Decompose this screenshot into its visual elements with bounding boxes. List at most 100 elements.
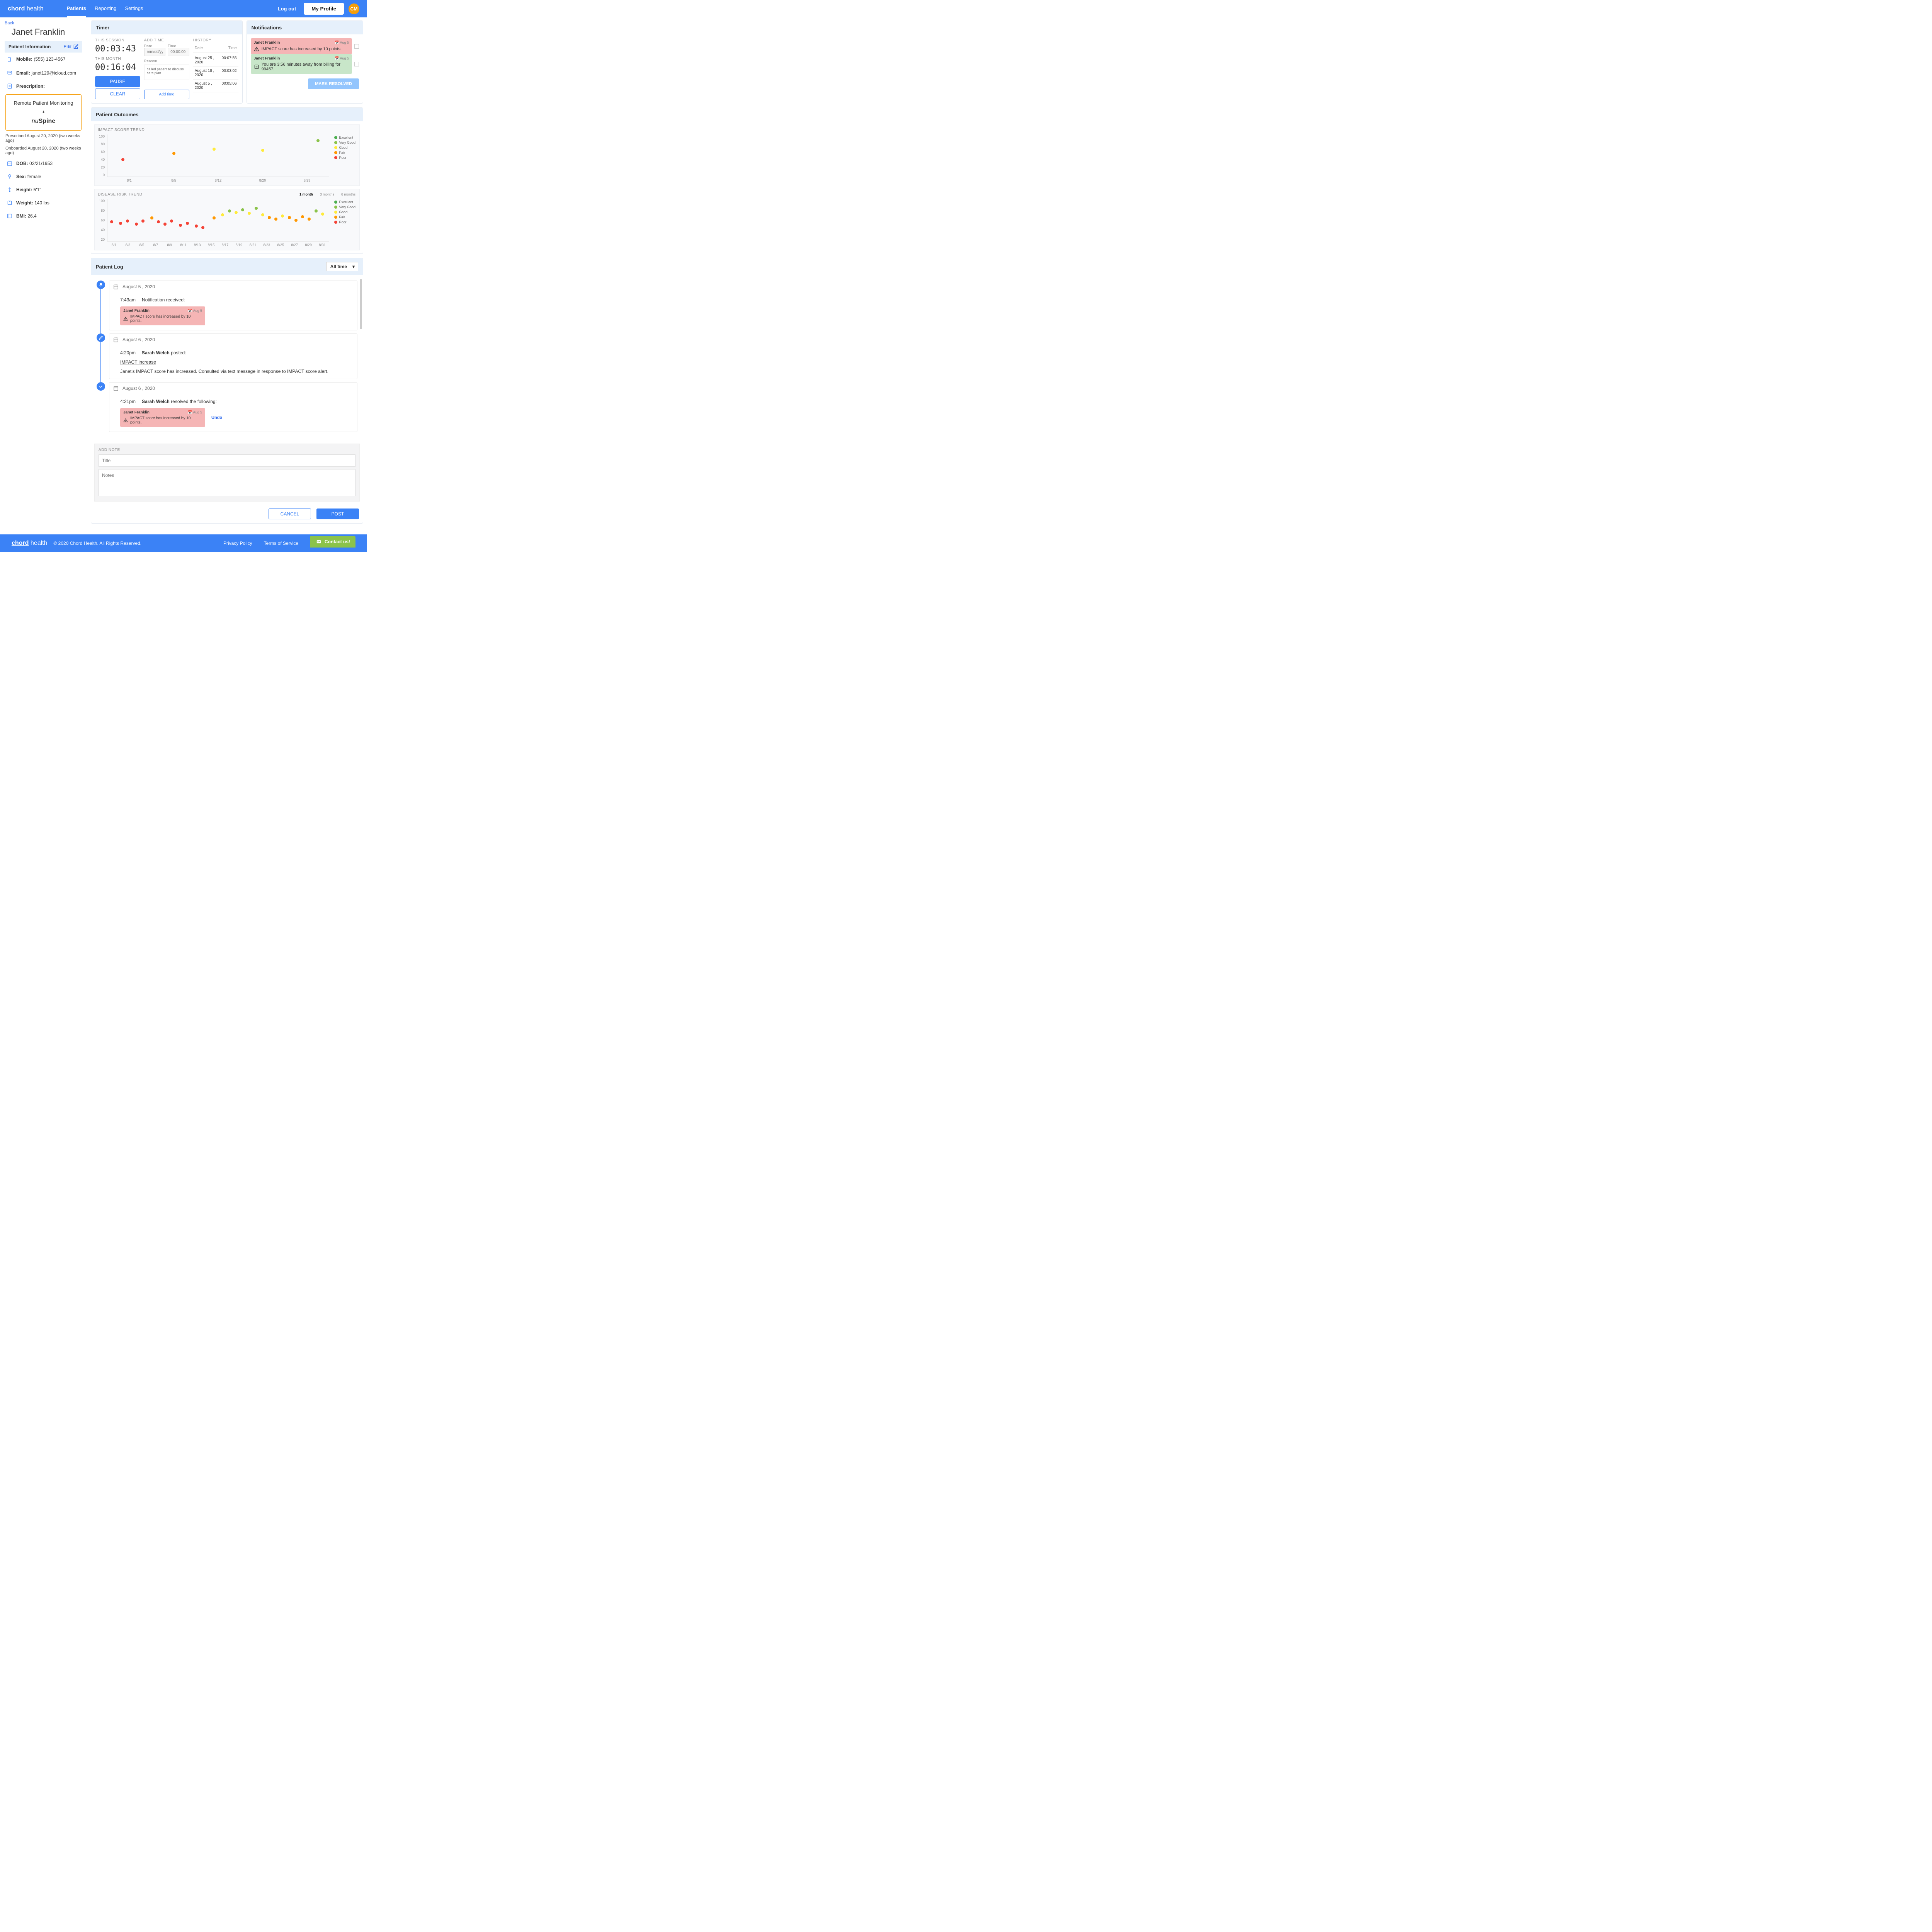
add-time-time[interactable] bbox=[168, 48, 189, 56]
data-point bbox=[201, 226, 204, 229]
post-note-button[interactable]: POST bbox=[316, 509, 359, 519]
nav-links: Patients Reporting Settings bbox=[67, 5, 143, 12]
edit-button[interactable]: Edit bbox=[63, 44, 78, 49]
data-point bbox=[268, 216, 271, 219]
data-point bbox=[121, 158, 124, 161]
nav-patients[interactable]: Patients bbox=[67, 5, 87, 17]
sex-icon bbox=[7, 174, 12, 179]
email-icon bbox=[7, 70, 12, 75]
nav-settings[interactable]: Settings bbox=[125, 5, 143, 12]
contact-button[interactable]: Contact us! bbox=[310, 536, 355, 548]
patient-log-card: Patient Log All time ▾ August 5 , 2020 7… bbox=[91, 258, 363, 524]
data-point bbox=[221, 213, 224, 216]
time-range-option[interactable]: 6 months bbox=[341, 192, 355, 196]
mark-resolved-button[interactable]: MARK RESOLVED bbox=[308, 78, 359, 89]
back-link[interactable]: Back bbox=[5, 21, 14, 26]
reason-input[interactable]: called patient to discuss care plan. bbox=[144, 65, 189, 80]
data-point bbox=[301, 215, 304, 218]
data-point bbox=[179, 224, 182, 227]
footer-logo: chord health bbox=[12, 540, 48, 547]
data-point bbox=[288, 216, 291, 219]
data-point bbox=[186, 222, 189, 225]
data-point bbox=[321, 213, 324, 216]
chart-legend: Excellent Very Good Good Fair Poor bbox=[334, 136, 355, 161]
clear-button[interactable]: CLEAR bbox=[95, 88, 140, 99]
bell-icon bbox=[97, 281, 105, 289]
privacy-link[interactable]: Privacy Policy bbox=[223, 541, 252, 546]
data-point bbox=[126, 219, 129, 223]
data-point bbox=[213, 148, 216, 151]
log-entry: August 6 , 2020 4:20pmSarah Welch posted… bbox=[97, 333, 357, 379]
chart-0: IMPACT SCORE TREND 100806040200 8/18/58/… bbox=[94, 124, 360, 186]
data-point bbox=[119, 222, 122, 225]
mail-icon bbox=[315, 539, 322, 544]
timer-card: Timer THIS SESSION 00:03:43 THIS MONTH 0… bbox=[91, 20, 243, 104]
data-point bbox=[157, 220, 160, 223]
chart-1: DISEASE RISK TREND1 month3 months6 month… bbox=[94, 189, 360, 250]
nav-reporting[interactable]: Reporting bbox=[95, 5, 116, 12]
data-point bbox=[110, 220, 113, 223]
data-point bbox=[228, 209, 231, 213]
notification-item[interactable]: Janet Franklin📅 Aug 5 IMPACT score has i… bbox=[251, 38, 352, 54]
log-notification: Janet Franklin📅 Aug 5 IMPACT score has i… bbox=[120, 408, 205, 427]
onboarded-note: Onboarded August 20, 2020 (two weeks ago… bbox=[5, 145, 82, 157]
footer: chord health © 2020 Chord Health. All Ri… bbox=[0, 534, 367, 552]
height-icon bbox=[7, 187, 12, 192]
log-entry: August 5 , 2020 7:43amNotification recei… bbox=[97, 281, 357, 330]
session-timer: 00:03:43 bbox=[95, 44, 140, 54]
notification-checkbox[interactable] bbox=[354, 62, 359, 66]
bmi-icon bbox=[7, 213, 12, 219]
note-title-input[interactable] bbox=[99, 454, 355, 467]
time-range-option[interactable]: 3 months bbox=[320, 192, 334, 196]
data-point bbox=[241, 208, 244, 211]
check-icon bbox=[97, 382, 105, 391]
data-point bbox=[135, 223, 138, 226]
notification-checkbox[interactable] bbox=[354, 44, 359, 49]
prescription-box: Remote Patient Monitoring + nuSpine bbox=[5, 94, 82, 131]
chart-legend: Excellent Very Good Good Fair Poor bbox=[334, 200, 355, 225]
history-row: August 18 , 202000:03:02 bbox=[193, 67, 238, 80]
add-time-button[interactable]: Add time bbox=[144, 90, 189, 99]
patient-info-header: Patient Information Edit bbox=[5, 41, 82, 53]
warning-icon bbox=[123, 418, 128, 423]
data-point bbox=[255, 207, 258, 210]
pause-button[interactable]: PAUSE bbox=[95, 76, 140, 87]
calendar-icon bbox=[113, 284, 119, 289]
notifications-card: Notifications Janet Franklin📅 Aug 5 IMPA… bbox=[247, 20, 363, 104]
warning-icon bbox=[254, 46, 259, 52]
data-point bbox=[172, 152, 175, 155]
calendar-icon bbox=[113, 337, 119, 342]
my-profile-button[interactable]: My Profile bbox=[304, 3, 344, 15]
data-point bbox=[248, 212, 251, 215]
data-point bbox=[315, 209, 318, 213]
weight-icon bbox=[7, 200, 12, 206]
log-notification: Janet Franklin📅 Aug 5 IMPACT score has i… bbox=[120, 306, 205, 325]
phone-icon bbox=[7, 56, 12, 63]
data-point bbox=[150, 216, 153, 219]
data-point bbox=[170, 219, 173, 223]
terms-link[interactable]: Terms of Service bbox=[264, 541, 298, 546]
note-body-input[interactable] bbox=[99, 469, 355, 496]
data-point bbox=[141, 219, 145, 223]
patient-sidebar: Back Janet Franklin Patient Information … bbox=[0, 17, 87, 527]
data-point bbox=[261, 149, 264, 152]
data-point bbox=[281, 214, 284, 218]
add-time-date[interactable] bbox=[144, 48, 165, 56]
notification-item[interactable]: Janet Franklin📅 Aug 5 You are 3:56 minut… bbox=[251, 54, 352, 74]
logout-link[interactable]: Log out bbox=[278, 6, 296, 12]
data-point bbox=[261, 213, 264, 216]
data-point bbox=[235, 211, 238, 214]
outcomes-card: Patient Outcomes IMPACT SCORE TREND 1008… bbox=[91, 107, 363, 254]
log-filter-select[interactable]: All time ▾ bbox=[326, 262, 358, 271]
scrollbar[interactable] bbox=[360, 279, 362, 329]
undo-link[interactable]: Undo bbox=[211, 415, 222, 420]
time-range-option[interactable]: 1 month bbox=[299, 192, 313, 196]
cancel-note-button[interactable]: CANCEL bbox=[269, 509, 311, 519]
data-point bbox=[163, 223, 167, 226]
patient-name: Janet Franklin bbox=[12, 27, 82, 37]
user-avatar[interactable]: CM bbox=[349, 3, 359, 14]
data-point bbox=[316, 139, 320, 142]
rx-icon bbox=[7, 83, 12, 89]
calendar-icon bbox=[113, 386, 119, 391]
top-nav: chord health Patients Reporting Settings… bbox=[0, 0, 367, 17]
